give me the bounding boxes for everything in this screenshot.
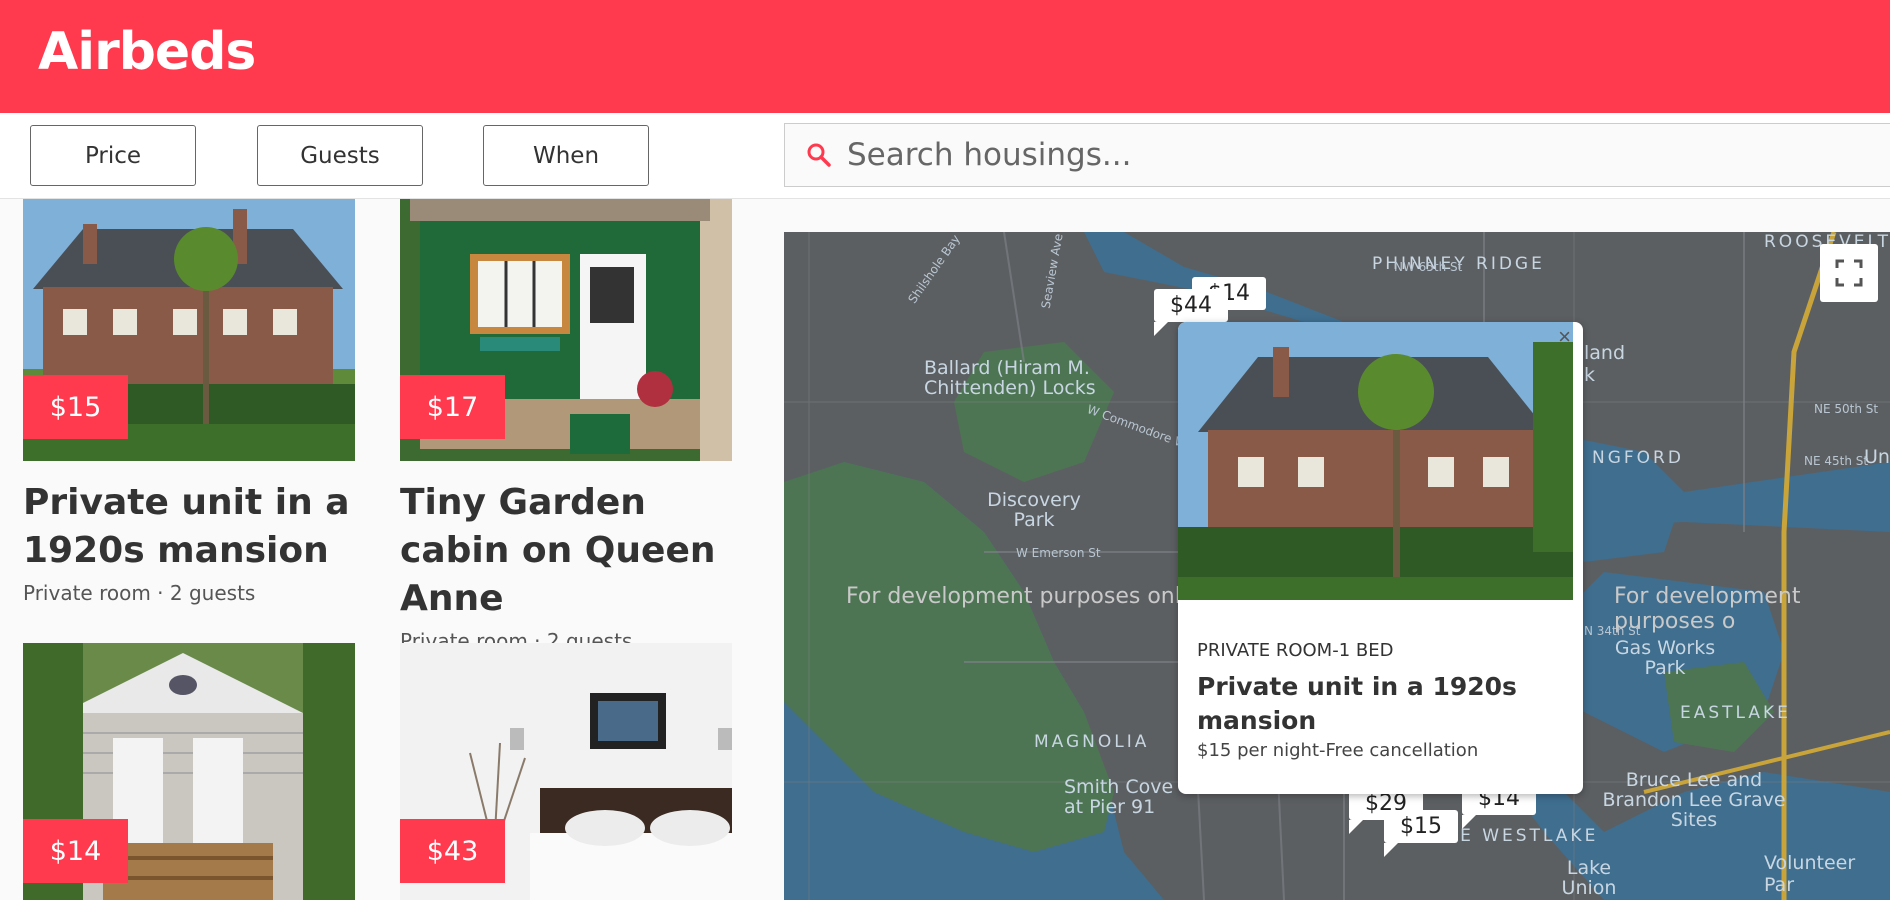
map-label: k — [1584, 364, 1596, 386]
fullscreen-icon — [1835, 259, 1863, 287]
street-label: NW 65th St — [1394, 260, 1463, 274]
map-label: MAGNOLIA — [1034, 732, 1150, 752]
listing-photo[interactable]: $17 — [400, 199, 732, 461]
listing-photo[interactable]: $15 — [23, 199, 355, 461]
map-label: Ballard (Hiram M. Chittenden) Locks — [924, 357, 1096, 399]
filter-bar: Price Guests When — [0, 113, 1890, 199]
price-tag: $17 — [400, 375, 505, 439]
search-input[interactable] — [845, 136, 1745, 174]
price-tag: $14 — [23, 819, 128, 883]
app-logo[interactable]: Airbeds — [38, 22, 256, 82]
map-label: Bruce Lee and Brandon Lee Grave Sites — [1602, 769, 1786, 831]
map-watermark: For development purposes only — [846, 584, 1194, 609]
street-label: NE 45th St — [1804, 454, 1869, 468]
map-label: NGFORD — [1592, 448, 1684, 468]
price-tag: $15 — [23, 375, 128, 439]
price-pin[interactable]: $44 — [1154, 289, 1228, 336]
listing-photo[interactable]: $14 — [23, 643, 355, 900]
listing-card[interactable]: $43 — [400, 643, 732, 900]
map-label: Discovery Park — [987, 489, 1081, 531]
map-watermark: For development purposes o — [1614, 584, 1801, 634]
listing-popup[interactable]: × PRIVATE ROOM-1 BED Private unit in a 1… — [1178, 322, 1583, 794]
listing-card[interactable]: $17 Tiny Garden cabin on Queen Anne Priv… — [400, 199, 732, 653]
price-tag: $43 — [400, 819, 505, 883]
map-label: Lake Union Park — [1561, 857, 1617, 900]
listing-subtitle: Private room · 2 guests — [23, 581, 256, 605]
search-bar[interactable] — [784, 123, 1890, 187]
app-header: Airbeds — [0, 0, 1890, 113]
listing-card[interactable]: $14 — [23, 643, 355, 900]
listing-title[interactable]: Private unit in a 1920s mansion — [23, 479, 355, 575]
listing-photo[interactable]: $43 — [400, 643, 732, 900]
listings-panel: $15 Private unit in a 1920s mansion Priv… — [0, 199, 760, 900]
fullscreen-button[interactable] — [1820, 244, 1878, 302]
listing-card[interactable]: $15 Private unit in a 1920s mansion Priv… — [23, 199, 355, 605]
price-pin[interactable]: $15 — [1384, 810, 1458, 857]
listing-title[interactable]: Tiny Garden cabin on Queen Anne — [400, 479, 732, 623]
close-icon[interactable]: × — [1558, 324, 1571, 350]
street-label: NE 50th St — [1814, 402, 1879, 416]
map-label: Gas Works Park — [1614, 637, 1716, 679]
popup-description: $15 per night-Free cancellation — [1197, 740, 1479, 761]
street-label: W Emerson St — [1016, 546, 1101, 560]
popup-photo[interactable] — [1178, 322, 1573, 600]
map-label: EASTLAKE — [1680, 703, 1791, 723]
popup-category: PRIVATE ROOM-1 BED — [1197, 640, 1394, 661]
price-filter-button[interactable]: Price — [30, 125, 196, 186]
map-label: Volunteer Par — [1764, 852, 1856, 896]
when-filter-button[interactable]: When — [483, 125, 649, 186]
search-icon — [805, 141, 833, 169]
popup-title[interactable]: Private unit in a 1920s mansion — [1197, 670, 1557, 738]
guests-filter-button[interactable]: Guests — [257, 125, 423, 186]
map-label: land — [1584, 342, 1626, 364]
